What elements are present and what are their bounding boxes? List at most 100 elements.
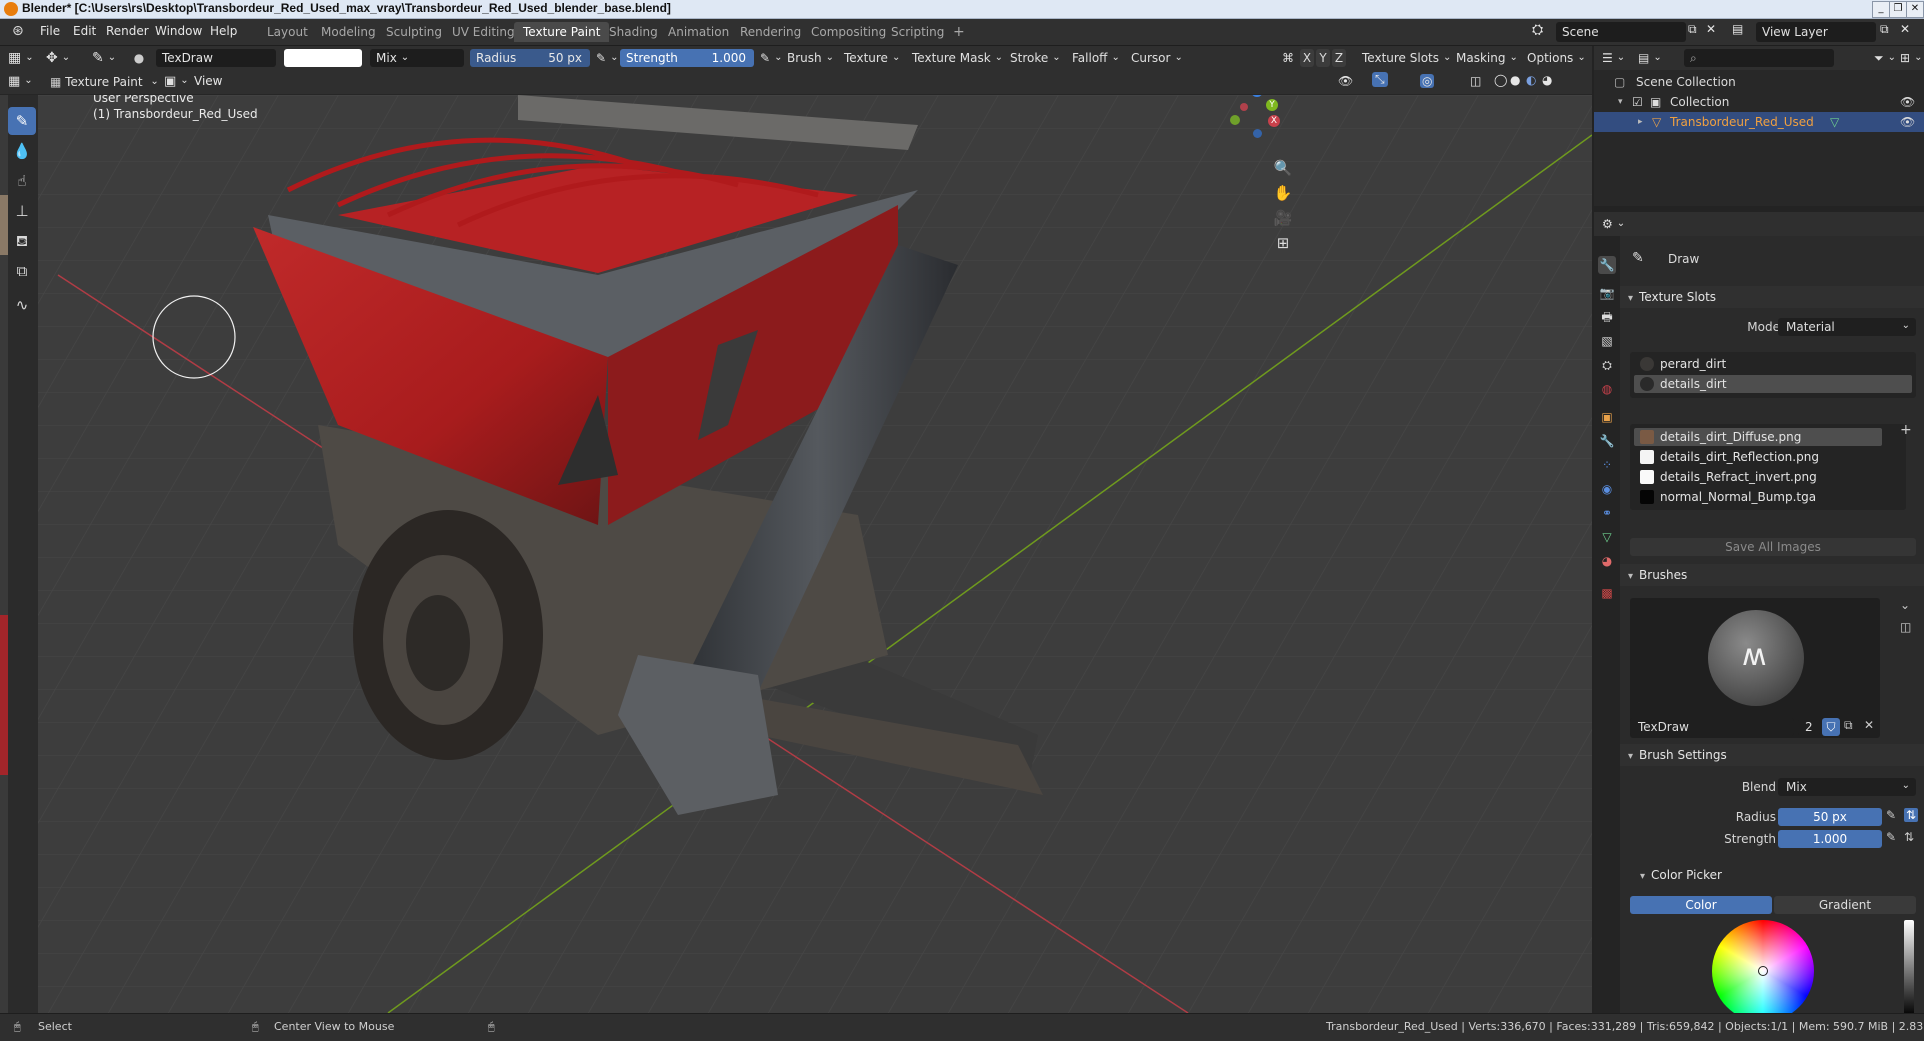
outliner-editor-icon[interactable]: ☰ (1602, 49, 1625, 67)
add-image-icon[interactable]: + (1900, 422, 1912, 438)
masking-menu[interactable]: Masking (1456, 49, 1518, 67)
brush-preview-icon[interactable]: ● (132, 49, 146, 67)
collection-checkbox[interactable]: ☑ (1632, 92, 1643, 112)
gizmo-y-axis[interactable]: Y (1266, 99, 1278, 111)
strength-lock-icon[interactable]: ⇅ (1904, 830, 1914, 844)
color-picker-header[interactable]: Color Picker (1632, 864, 1924, 886)
editor-type-icon-2[interactable]: ▦ (8, 73, 33, 91)
image-slot-item[interactable]: details_dirt_Reflection.png (1634, 448, 1882, 466)
minimize-button[interactable]: _ (1872, 1, 1890, 18)
pan-hand-icon[interactable]: ✋ (1270, 180, 1296, 206)
gizmo-z-axis[interactable]: Z (1251, 95, 1263, 97)
menu-render[interactable]: Render (106, 24, 149, 38)
ortho-toggle-icon[interactable]: ⊞ (1270, 230, 1296, 256)
tab-scripting[interactable]: Scripting (882, 22, 953, 42)
object-visibility-icon[interactable]: 👁 (1900, 112, 1915, 132)
render-tab-icon[interactable]: 📷 (1598, 284, 1616, 302)
filter-icon[interactable]: ⏷ (1874, 49, 1896, 67)
gizmo-toggle-icon[interactable]: ⤡ (1372, 72, 1388, 87)
material-slot-item[interactable]: details_dirt (1634, 375, 1912, 393)
save-all-images-button[interactable]: Save All Images (1630, 538, 1916, 556)
gizmo-neg-x[interactable] (1240, 103, 1248, 111)
brush-radius-slider[interactable]: 50 px (1778, 808, 1882, 826)
unlink-brush-icon[interactable]: ✕ (1864, 718, 1874, 732)
gizmo-neg-z[interactable] (1253, 129, 1262, 138)
blender-menu-icon[interactable]: ⊛ (12, 23, 24, 39)
constraints-tab-icon[interactable]: ⚭ (1598, 504, 1616, 522)
material-tab-icon[interactable]: ◕ (1598, 552, 1616, 570)
texture-slots-header[interactable]: Texture Slots (1620, 286, 1924, 308)
shading-material-icon[interactable]: ◐ (1526, 73, 1536, 87)
texture-menu[interactable]: Texture (844, 49, 900, 67)
gizmo-x-axis[interactable]: X (1268, 115, 1280, 127)
options-menu[interactable]: Options (1527, 49, 1586, 67)
view-layer-tab-icon[interactable]: ▧ (1598, 332, 1616, 350)
brush-strength-slider[interactable]: 1.000 (1778, 830, 1882, 848)
value-slider[interactable] (1904, 920, 1914, 1013)
strength-slider[interactable]: Strength 1.000 (620, 49, 754, 67)
brush-image-icon[interactable]: ◫ (1900, 620, 1911, 634)
strength-pen-pressure-icon[interactable]: ✎ (1886, 830, 1896, 844)
outliner-row-collection[interactable]: ▾ ☑ ▣ Collection 👁 (1594, 92, 1924, 112)
radius-pen-pressure-icon[interactable]: ✎ (1886, 808, 1896, 822)
outliner-search-input[interactable]: ⌕ (1684, 49, 1834, 67)
world-tab-icon[interactable]: ◍ (1598, 380, 1616, 398)
texture-slots-menu[interactable]: Texture Slots (1362, 49, 1451, 67)
falloff-menu[interactable]: Falloff (1072, 49, 1120, 67)
new-collection-icon[interactable]: ⊞ (1900, 49, 1922, 67)
tab-rendering[interactable]: Rendering (731, 22, 810, 42)
expand-arrow-icon[interactable]: ▸ (1638, 112, 1643, 132)
shading-solid-icon[interactable]: ● (1510, 73, 1520, 87)
view-menu[interactable]: View (194, 74, 222, 88)
3d-viewport[interactable]: User Perspective (1) Transbordeur_Red_Us… (38, 95, 1592, 1013)
menu-help[interactable]: Help (210, 24, 237, 38)
gizmo-neg-y[interactable] (1230, 115, 1240, 125)
brush-blend-select[interactable]: Mix (1778, 777, 1916, 796)
gradient-mode-tab[interactable]: Gradient (1774, 896, 1916, 914)
shading-rendered-icon[interactable]: ◕ (1542, 73, 1552, 87)
color-mode-tab[interactable]: Color (1630, 896, 1772, 914)
mirror-y-toggle[interactable]: Y (1316, 49, 1330, 67)
menu-window[interactable]: Window (155, 24, 202, 38)
radius-unit-toggle-icon[interactable]: ⇅ (1904, 808, 1919, 822)
fill-tool-icon[interactable]: ⛾ (8, 227, 36, 255)
properties-editor-icon[interactable]: ⚙ (1602, 215, 1625, 233)
close-button[interactable]: ✕ (1906, 1, 1924, 18)
soften-tool-icon[interactable]: 💧 (8, 137, 36, 165)
add-workspace-button[interactable]: + (944, 22, 974, 42)
zoom-icon[interactable]: 🔍 (1270, 155, 1296, 181)
stroke-menu[interactable]: Stroke (1010, 49, 1061, 67)
visibility-icon[interactable]: 👁 (1338, 74, 1353, 88)
new-view-layer-icon[interactable]: ⧉ (1880, 22, 1889, 37)
brush-menu[interactable]: Brush (787, 49, 834, 67)
brush-settings-header[interactable]: Brush Settings (1620, 744, 1924, 766)
fake-user-shield-icon[interactable]: ⛉ (1822, 718, 1840, 736)
brushes-header[interactable]: Brushes (1620, 564, 1924, 586)
navigation-gizmo[interactable]: Z Y X (1228, 95, 1288, 145)
physics-tab-icon[interactable]: ◉ (1598, 480, 1616, 498)
image-slot-item[interactable]: normal_Normal_Bump.tga (1634, 488, 1882, 506)
output-tab-icon[interactable]: 🖶 (1598, 308, 1616, 326)
brush-list-toggle-icon[interactable]: ⌄ (1900, 598, 1910, 612)
slot-mode-select[interactable]: Material (1778, 317, 1916, 336)
brush-color-swatch[interactable] (284, 49, 362, 67)
scene-tab-icon[interactable]: ⛭ (1598, 356, 1616, 374)
scene-field[interactable]: Scene (1556, 22, 1686, 42)
strength-pressure-icon[interactable]: ✎ (760, 49, 782, 67)
brush-users-count[interactable]: 2 (1798, 718, 1820, 736)
radius-slider[interactable]: Radius 50 px (470, 49, 590, 67)
tool-tab-icon[interactable]: 🔧 (1598, 256, 1616, 274)
brush-name-input[interactable]: TexDraw (1630, 718, 1794, 736)
brush-name-field[interactable]: TexDraw (156, 49, 276, 67)
mask-tool-icon[interactable]: ⧉ (8, 257, 36, 285)
brush-preview-area[interactable]: ʍ (1630, 598, 1880, 738)
tab-sculpting[interactable]: Sculpting (377, 22, 451, 42)
object-tab-icon[interactable]: ▣ (1598, 408, 1616, 426)
maximize-button[interactable]: ❐ (1889, 1, 1907, 18)
outliner-row-scene[interactable]: ▢ Scene Collection (1594, 72, 1924, 92)
display-mode-icon[interactable]: ▤ (1638, 49, 1662, 67)
collapse-arrow-icon[interactable]: ▾ (1618, 92, 1623, 112)
camera-view-icon[interactable]: 🎥 (1270, 205, 1296, 231)
image-slot-item[interactable]: details_dirt_Diffuse.png (1634, 428, 1882, 446)
color-wheel[interactable] (1712, 920, 1814, 1013)
